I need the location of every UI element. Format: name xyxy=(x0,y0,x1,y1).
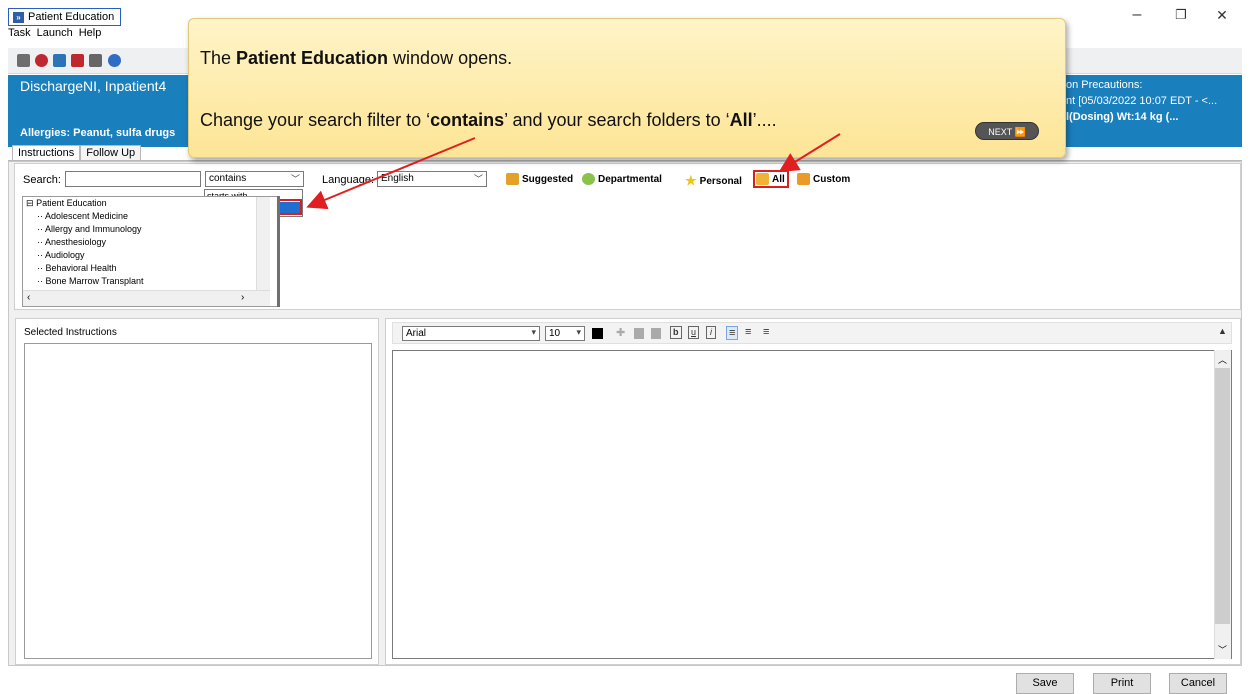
arrow-to-contains xyxy=(306,137,476,210)
arrow-to-all xyxy=(778,133,841,173)
callout-arrows xyxy=(306,133,841,210)
